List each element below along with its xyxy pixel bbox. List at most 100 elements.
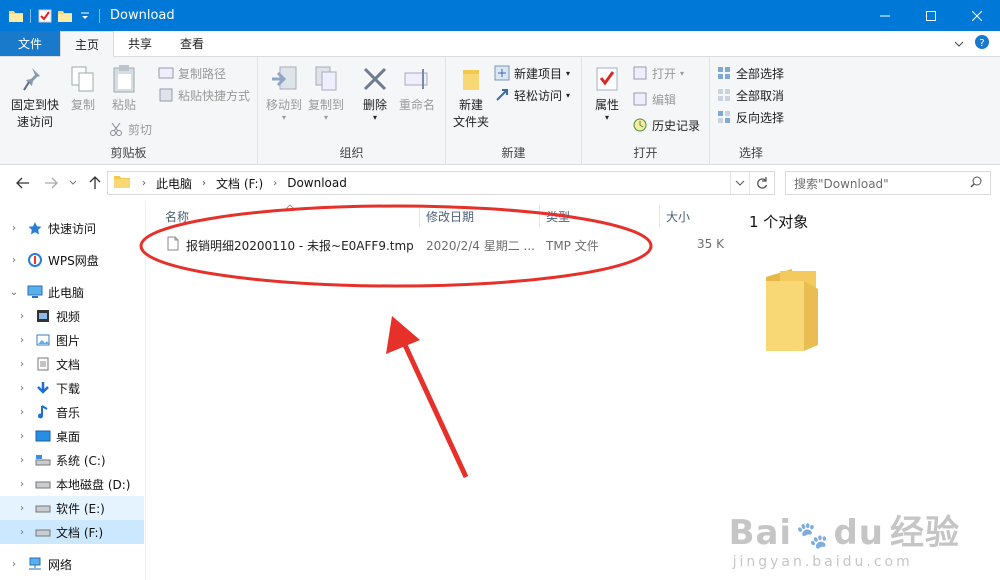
new-group-title: 新建 (501, 146, 526, 160)
new-item-button[interactable]: 新建项目 ▾ (494, 63, 570, 83)
chevron-right-icon[interactable]: › (8, 222, 20, 234)
tab-home[interactable]: 主页 (60, 31, 115, 57)
edit-button[interactable]: 编辑 (632, 89, 676, 109)
address-row: › 此电脑 › 文档 (F:) › Download 搜索"Download" (0, 165, 1000, 201)
drive-icon (35, 500, 51, 516)
up-button[interactable] (86, 174, 104, 192)
nav-item-quick-access[interactable]: › 快速访问 (0, 216, 144, 240)
close-button[interactable] (954, 0, 1000, 31)
copy-to-icon (310, 63, 342, 95)
copy-to-button[interactable]: 复制到 ▾ (306, 63, 346, 122)
chevron-right-icon[interactable]: › (16, 358, 28, 370)
nav-item-desktop[interactable]: › 桌面 (0, 424, 144, 448)
delete-button[interactable]: 删除 ▾ (358, 63, 392, 122)
rename-button[interactable]: 重命名 (396, 63, 438, 114)
address-dropdown-button[interactable] (730, 172, 749, 194)
tab-view[interactable]: 查看 (166, 31, 218, 56)
column-header-date[interactable]: 修改日期 (426, 206, 474, 226)
star-icon (27, 220, 43, 236)
customize-dropdown-icon[interactable] (77, 8, 93, 24)
chevron-right-icon[interactable]: › (16, 526, 28, 538)
invert-selection-button[interactable]: 反向选择 (716, 107, 784, 127)
nav-item-drive-e[interactable]: › 软件 (E:) (0, 496, 144, 520)
properties-icon[interactable] (37, 8, 53, 24)
nav-item-this-pc[interactable]: ⌄ 此电脑 (0, 280, 144, 304)
back-button[interactable] (14, 174, 32, 192)
nav-item-music[interactable]: › 音乐 (0, 400, 144, 424)
nav-item-documents[interactable]: › 文档 (0, 352, 144, 376)
paste-button[interactable]: 粘贴 (106, 63, 142, 114)
tab-share[interactable]: 共享 (114, 31, 166, 56)
chevron-down-icon[interactable] (954, 37, 964, 51)
chevron-right-icon[interactable]: › (16, 430, 28, 442)
computer-icon (27, 284, 43, 300)
help-icon[interactable]: ? (974, 34, 990, 53)
search-input[interactable]: 搜索"Download" (785, 171, 991, 195)
chevron-right-icon[interactable]: › (267, 178, 283, 189)
edit-icon (632, 91, 648, 107)
maximize-button[interactable] (908, 0, 954, 31)
open-group-title: 打开 (633, 146, 658, 160)
new-folder-button[interactable]: 新建 文件夹 (450, 63, 492, 131)
column-header-size[interactable]: 大小 (666, 206, 690, 226)
clipboard-group-title: 剪贴板 (110, 146, 147, 160)
nav-item-drive-d[interactable]: › 本地磁盘 (D:) (0, 472, 144, 496)
forward-button[interactable] (42, 174, 60, 192)
refresh-icon (757, 177, 768, 189)
file-date: 2020/2/4 星期二 ... (426, 239, 535, 253)
address-bar[interactable]: › 此电脑 › 文档 (F:) › Download (107, 171, 775, 195)
file-list: 名称 修改日期 类型 大小 报销明细20200110 - 未报~E0AFF9.t… (147, 201, 725, 580)
table-row[interactable]: 报销明细20200110 - 未报~E0AFF9.tmp 2020/2/4 星期… (161, 233, 724, 255)
chevron-right-icon[interactable]: › (16, 334, 28, 346)
breadcrumb-drive-f[interactable]: 文档 (F:) (212, 175, 267, 192)
minimize-button[interactable] (862, 0, 908, 31)
cut-button[interactable]: 剪切 (108, 119, 152, 139)
chevron-right-icon[interactable]: › (16, 310, 28, 322)
chevron-right-icon[interactable]: › (16, 382, 28, 394)
select-none-button[interactable]: 全部取消 (716, 85, 784, 105)
move-to-button[interactable]: 移动到 ▾ (264, 63, 304, 122)
nav-item-downloads[interactable]: › 下载 (0, 376, 144, 400)
chevron-right-icon[interactable]: › (16, 478, 28, 490)
ribbon: 固定到快 速访问 复制 粘贴 复制路径 粘贴快捷方式 剪切 剪贴板 移动到 ▾ … (0, 57, 1000, 165)
history-icon (632, 117, 648, 133)
breadcrumb-this-pc[interactable]: 此电脑 (152, 175, 196, 192)
open-button[interactable]: 打开 ▾ (632, 63, 684, 83)
chevron-right-icon[interactable]: › (8, 558, 20, 570)
preview-title: 1 个对象 (749, 213, 809, 231)
chevron-down-icon[interactable]: ⌄ (8, 286, 20, 298)
breadcrumb-download[interactable]: Download (283, 176, 351, 190)
chevron-right-icon[interactable]: › (16, 406, 28, 418)
properties-button[interactable]: 属性 ▾ (590, 63, 624, 122)
pin-quick-access-button[interactable]: 固定到快 速访问 (8, 63, 62, 131)
organize-group: 移动到 ▾ 复制到 ▾ 删除 ▾ 重命名 组织 (258, 57, 446, 165)
chevron-right-icon[interactable]: › (196, 178, 212, 189)
recent-dropdown-button[interactable] (64, 174, 82, 192)
chevron-right-icon[interactable]: › (16, 502, 28, 514)
nav-item-wps-cloud[interactable]: › WPS网盘 (0, 248, 144, 272)
tab-file[interactable]: 文件 (0, 31, 61, 56)
ribbon-tabs: 文件 主页 共享 查看 ? (0, 31, 1000, 57)
select-all-icon (716, 65, 732, 81)
column-header-name[interactable]: 名称 (165, 206, 189, 226)
refresh-button[interactable] (749, 172, 774, 194)
delete-x-icon (359, 63, 391, 95)
paste-shortcut-button[interactable]: 粘贴快捷方式 (158, 85, 250, 105)
nav-item-pictures[interactable]: › 图片 (0, 328, 144, 352)
chevron-right-icon[interactable]: › (16, 454, 28, 466)
easy-access-button[interactable]: 轻松访问 ▾ (494, 85, 570, 105)
chevron-right-icon[interactable]: › (8, 254, 20, 266)
nav-item-videos[interactable]: › 视频 (0, 304, 144, 328)
column-header-type[interactable]: 类型 (546, 206, 570, 226)
copy-button[interactable]: 复制 (66, 63, 100, 114)
arrow-up-icon (89, 176, 101, 189)
select-all-button[interactable]: 全部选择 (716, 63, 784, 83)
nav-item-drive-f[interactable]: › 文档 (F:) (0, 520, 144, 544)
new-folder-icon[interactable] (57, 8, 73, 24)
nav-item-drive-c[interactable]: › 系统 (C:) (0, 448, 144, 472)
history-button[interactable]: 历史记录 (632, 115, 700, 135)
folder-icon (108, 175, 136, 191)
nav-item-network[interactable]: › 网络 (0, 552, 144, 576)
copy-path-button[interactable]: 复制路径 (158, 63, 226, 83)
svg-text:?: ? (979, 38, 984, 49)
